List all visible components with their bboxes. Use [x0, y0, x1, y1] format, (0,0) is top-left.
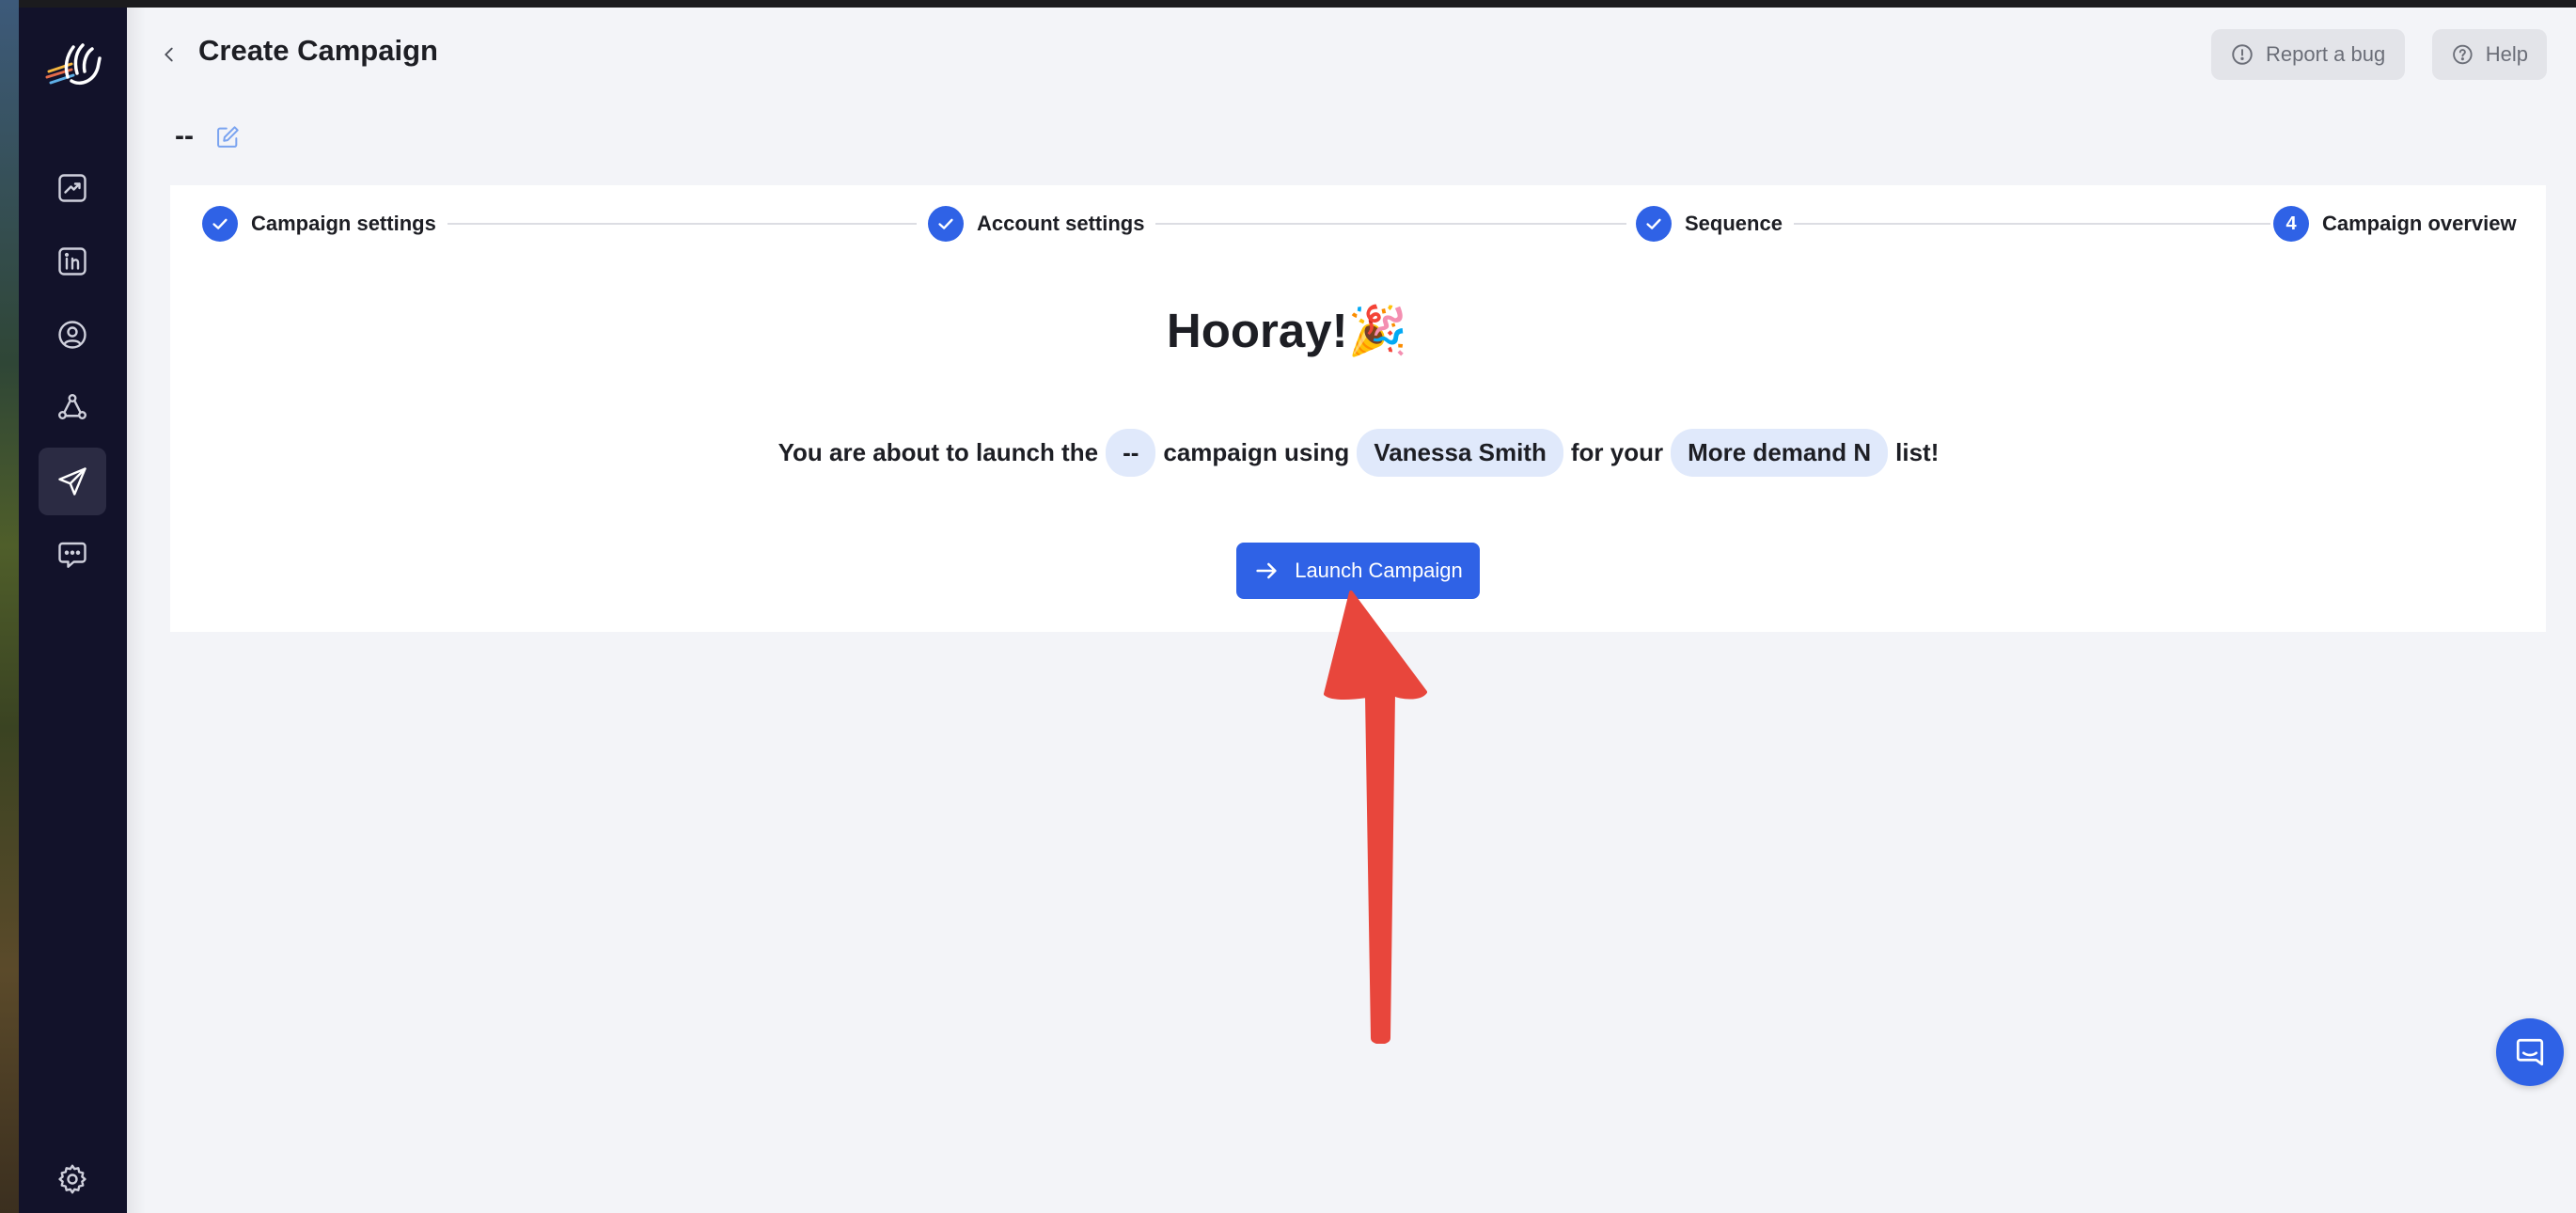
support-chat-button[interactable] — [2496, 1018, 2564, 1086]
stepper-connector — [442, 223, 917, 225]
heading-text: Hooray! — [1166, 304, 1348, 357]
sidebar — [19, 8, 127, 1213]
step-campaign-overview[interactable]: 4 Campaign overview — [2273, 206, 2528, 242]
summary-text: You are about to launch the — [778, 438, 1099, 466]
chevron-left-icon — [165, 47, 173, 62]
summary-text: list! — [1895, 438, 1940, 466]
gear-icon — [58, 1164, 86, 1194]
account-pill: Vanessa Smith — [1357, 429, 1563, 477]
step-account-settings[interactable]: Account settings — [928, 206, 1156, 242]
report-bug-button[interactable]: Report a bug — [2211, 29, 2405, 80]
stepper-connector — [1147, 223, 1626, 225]
analytics-icon — [58, 174, 86, 202]
campaign-name-pill: -- — [1106, 429, 1156, 477]
report-bug-label: Report a bug — [2266, 42, 2386, 66]
sidebar-item-linkedin[interactable] — [39, 228, 106, 295]
check-icon — [928, 206, 964, 242]
step-label: Campaign overview — [2322, 212, 2528, 236]
summary-text: for your — [1570, 438, 1664, 466]
step-label: Account settings — [977, 212, 1156, 236]
sidebar-item-messages[interactable] — [39, 521, 106, 589]
annotation-arrow-icon — [1324, 591, 1427, 1044]
sidebar-item-settings[interactable] — [39, 1145, 106, 1213]
stepper-connector — [1786, 223, 2270, 225]
check-icon — [202, 206, 238, 242]
party-popper-icon: 🎉 — [1347, 304, 1408, 357]
launch-summary: You are about to launch the -- campaign … — [0, 429, 2576, 477]
sidebar-shadow — [127, 8, 146, 1213]
step-campaign-settings[interactable]: Campaign settings — [202, 206, 448, 242]
page-title: Create Campaign — [198, 34, 438, 67]
help-button[interactable]: Help — [2432, 29, 2547, 80]
check-icon — [1636, 206, 1672, 242]
info-icon — [2232, 44, 2253, 65]
network-icon — [57, 393, 86, 420]
help-circle-icon — [2453, 44, 2473, 65]
campaign-name: -- — [175, 120, 194, 151]
back-button[interactable] — [158, 41, 181, 68]
step-label: Sequence — [1685, 212, 1794, 236]
step-number: 4 — [2273, 206, 2309, 242]
desktop-background — [0, 0, 19, 1213]
hooray-heading: Hooray!🎉 — [0, 303, 2576, 359]
top-bar — [0, 0, 2576, 8]
step-sequence[interactable]: Sequence — [1636, 206, 1794, 242]
launch-campaign-label: Launch Campaign — [1295, 559, 1463, 582]
step-label: Campaign settings — [251, 212, 448, 236]
chat-bubble-icon — [2516, 1038, 2544, 1066]
pencil-edit-icon — [217, 126, 239, 148]
sidebar-item-analytics[interactable] — [39, 154, 106, 222]
chat-icon — [58, 542, 86, 568]
edit-name-button[interactable] — [214, 124, 241, 150]
help-label: Help — [2485, 42, 2528, 66]
list-pill: More demand N — [1671, 429, 1889, 477]
linkedin-icon — [58, 247, 86, 276]
waving-hand-logo-icon[interactable] — [39, 36, 105, 88]
arrow-right-icon — [1256, 562, 1277, 579]
summary-text: campaign using — [1163, 438, 1350, 466]
